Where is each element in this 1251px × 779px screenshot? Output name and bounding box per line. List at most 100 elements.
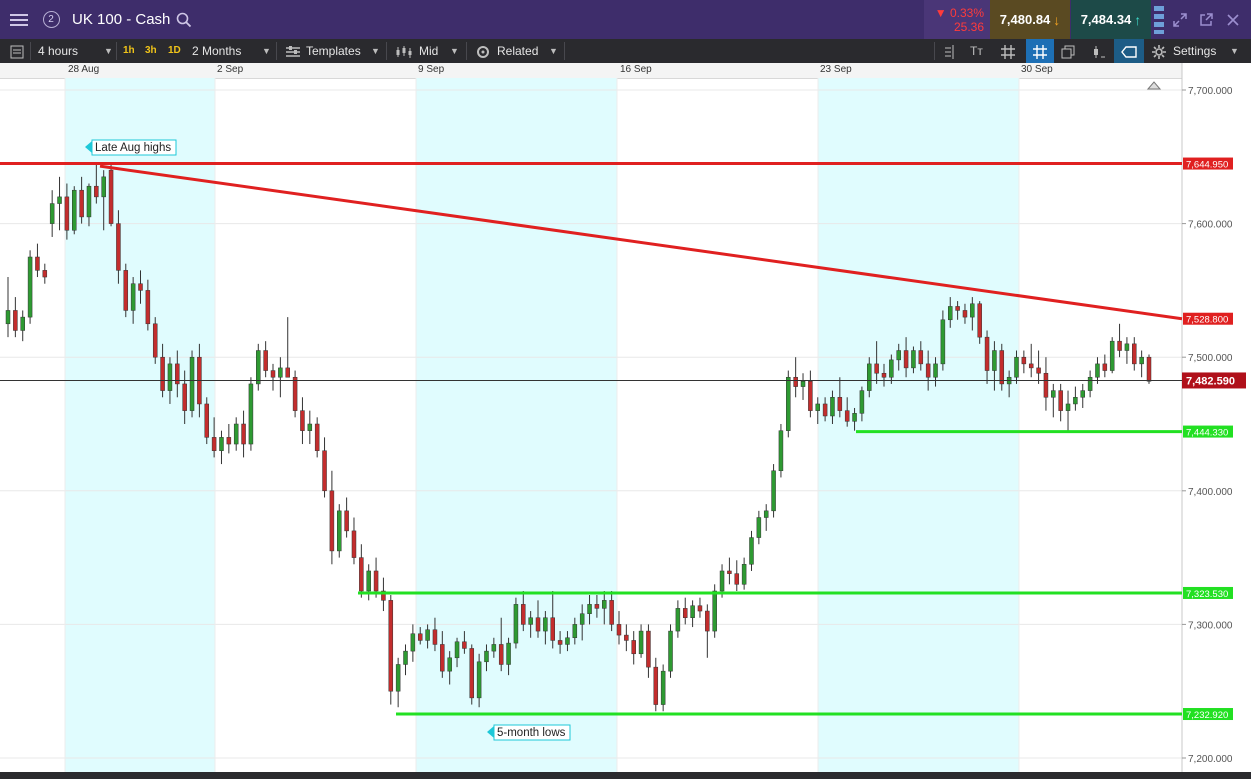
candle-up <box>579 613 585 625</box>
candle-down <box>918 350 924 365</box>
candle-down <box>682 608 688 618</box>
current-price-label: 7,482.590 <box>1186 375 1235 387</box>
y-tick-label: 7,200.000 <box>1188 754 1233 765</box>
candle-up <box>565 637 570 645</box>
candle-up <box>852 413 857 422</box>
candle-up <box>771 470 776 512</box>
candle-up <box>278 367 283 378</box>
candle-up <box>947 306 953 321</box>
week-shade <box>416 78 617 772</box>
scroll-up-icon[interactable] <box>1146 81 1162 90</box>
candle-up <box>101 176 106 198</box>
candle-up <box>602 600 607 609</box>
candle-down <box>955 306 960 311</box>
candle-down <box>594 604 600 609</box>
candle-down <box>322 450 327 492</box>
candle-up <box>1014 356 1019 378</box>
candle-up <box>219 437 224 451</box>
candle-up <box>749 537 754 565</box>
candle-down <box>535 617 541 632</box>
candle-down <box>204 403 210 438</box>
candle-down <box>35 256 40 271</box>
candle-up <box>27 256 33 318</box>
candle-down <box>388 600 394 692</box>
candle-up <box>815 403 820 411</box>
candle-down <box>498 644 504 665</box>
candle-down <box>550 617 555 641</box>
candle-down <box>462 641 467 649</box>
candle-up <box>72 189 77 231</box>
candle-up <box>1095 363 1100 378</box>
candle-up <box>233 423 239 445</box>
price-chart[interactable]: 7,700.000 7,600.000 7,500.000 7,400.000 7,30… <box>0 0 1251 779</box>
candle-up <box>528 617 533 625</box>
candle-down <box>13 310 18 331</box>
candle-up <box>454 641 460 659</box>
candle-down <box>653 666 659 705</box>
trendline <box>99 164 1183 321</box>
candle-down <box>881 372 887 378</box>
candle-down <box>94 185 99 198</box>
candle-down <box>734 573 740 585</box>
candle-up <box>5 310 11 325</box>
candle-up <box>992 350 997 371</box>
candle-down <box>292 376 298 411</box>
candle-down <box>1117 340 1122 351</box>
candle-down <box>152 323 158 358</box>
candle-down <box>314 423 320 451</box>
candle-down <box>351 530 357 558</box>
candle-up <box>638 630 644 655</box>
candle-down <box>1036 367 1041 374</box>
candle-up <box>763 510 769 518</box>
candle-down <box>697 605 703 612</box>
candle-down <box>1058 390 1063 411</box>
candle-up <box>476 661 482 699</box>
candle-up <box>167 363 173 391</box>
candle-up <box>543 617 548 632</box>
candle-down <box>263 350 268 371</box>
candle-down <box>705 610 710 632</box>
candle-up <box>395 664 401 692</box>
candle-down <box>837 397 843 411</box>
candle-up <box>1109 340 1115 371</box>
candle-up <box>778 430 784 472</box>
candle-up <box>756 517 762 538</box>
candle-up <box>425 629 430 641</box>
candle-down <box>79 189 84 218</box>
candle-up <box>86 185 92 218</box>
candle-down <box>1132 343 1137 365</box>
candle-down <box>344 510 349 532</box>
candle-down <box>138 283 143 291</box>
candle-up <box>1080 390 1085 398</box>
candle-up <box>675 608 681 632</box>
candle-up <box>1087 376 1093 391</box>
candle-down <box>469 648 475 699</box>
candle-up <box>867 363 872 391</box>
candle-down <box>1043 372 1049 398</box>
candle-up <box>859 390 865 414</box>
candle-up <box>410 633 416 652</box>
candle-down <box>822 403 828 417</box>
candle-up <box>57 196 62 204</box>
y-tick-label: 7,500.000 <box>1188 353 1233 364</box>
candle-up <box>1051 390 1056 398</box>
candle-up <box>49 203 55 224</box>
candle-down <box>432 629 438 645</box>
candle-down <box>1102 363 1108 371</box>
candle-up <box>668 630 673 672</box>
candle-up <box>189 356 195 411</box>
candle-up <box>307 423 313 431</box>
candle-down <box>108 169 114 224</box>
candle-up <box>513 604 519 644</box>
candle-down <box>241 423 246 445</box>
candle-down <box>646 630 651 668</box>
candle-up <box>970 303 975 318</box>
candle-up <box>940 319 946 365</box>
candle-down <box>557 640 563 645</box>
candle-down <box>1146 356 1152 382</box>
candle-down <box>226 437 232 445</box>
candle-up <box>712 590 717 632</box>
candle-down <box>270 370 276 378</box>
candle-down <box>977 303 982 338</box>
candle-down <box>1028 363 1034 369</box>
